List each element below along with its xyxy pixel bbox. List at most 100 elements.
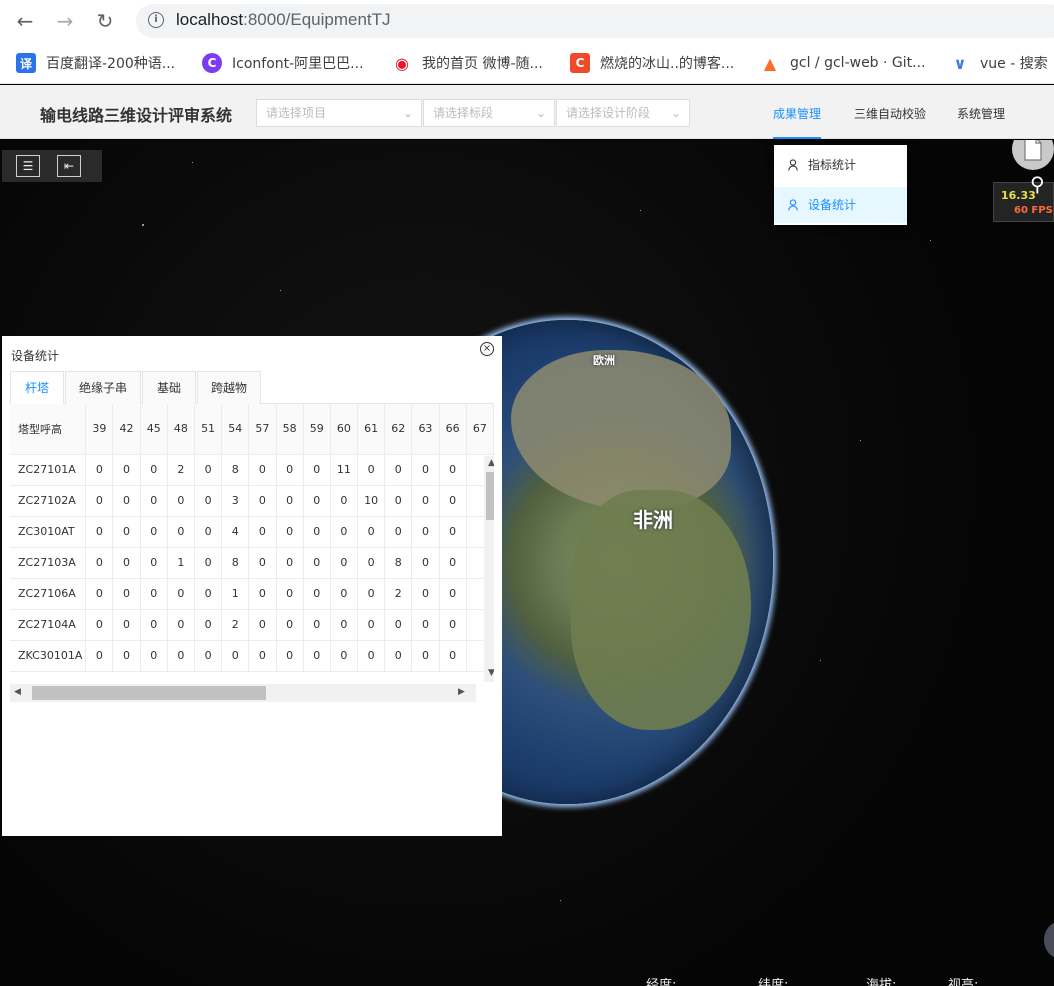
column-header: 58: [276, 404, 304, 455]
count-cell: 0: [303, 485, 331, 517]
count-cell: 2: [384, 578, 413, 610]
dropdown-item-equipment-stats[interactable]: 设备统计: [774, 187, 907, 223]
count-cell: 0: [411, 516, 440, 548]
africa-label: 非洲: [633, 508, 673, 532]
count-cell: 0: [384, 640, 413, 672]
star: [560, 900, 561, 901]
count-cell: 0: [276, 485, 304, 517]
menu-auto-check[interactable]: 三维自动校验: [854, 105, 926, 122]
land-europe: [511, 350, 731, 510]
table-row[interactable]: ZC27101A 0 0 0 2 0 8 0 0 0 11 0 0 0 0: [10, 454, 494, 486]
bookmark-csdn[interactable]: C 燃烧的冰山..的博客...: [570, 52, 734, 74]
altitude-label: 海拔:: [866, 978, 897, 986]
count-cell: 0: [248, 578, 277, 610]
column-header: 54: [221, 404, 250, 455]
star: [142, 224, 144, 226]
count-cell: 0: [411, 454, 440, 486]
count-cell: 0: [330, 609, 359, 641]
bookmark-label: 百度翻译-200种语...: [46, 56, 176, 72]
bookmark-iconfont[interactable]: C Iconfont-阿里巴巴...: [202, 52, 364, 74]
tab-crossing[interactable]: 跨越物: [197, 371, 261, 404]
count-cell: 0: [330, 547, 359, 579]
menu-results[interactable]: 成果管理: [773, 105, 821, 122]
section-select-placeholder: 请选择标段: [433, 106, 494, 120]
search-icon[interactable]: ⚲: [1030, 172, 1045, 196]
bookmark-label: 燃烧的冰山..的博客...: [600, 56, 735, 72]
results-dropdown: 指标统计 设备统计: [774, 145, 907, 225]
bookmark-weibo[interactable]: ◉ 我的首页 微博-随...: [392, 52, 543, 74]
tower-type-cell: ZC27103A: [10, 547, 87, 579]
dropdown-item-label: 设备统计: [808, 198, 857, 212]
bookmark-vue-search[interactable]: ∨ vue - 搜索: [950, 52, 1048, 74]
dropdown-item-indicator-stats[interactable]: 指标统计: [774, 147, 907, 183]
scroll-up-icon[interactable]: ▲: [488, 458, 494, 468]
scroll-down-icon[interactable]: ▼: [488, 668, 494, 678]
scroll-right-icon[interactable]: ▶: [458, 687, 465, 697]
column-header: 62: [384, 404, 413, 455]
list-icon[interactable]: ☰: [16, 155, 40, 177]
count-cell: 0: [357, 516, 386, 548]
column-header: 48: [167, 404, 195, 455]
site-info-icon[interactable]: i: [148, 12, 164, 28]
vertical-scrollbar[interactable]: ▲ ▼: [484, 456, 494, 682]
map-toolbar: ☰ ⇤: [2, 150, 102, 182]
close-icon[interactable]: ×: [480, 342, 494, 356]
count-cell: 0: [248, 485, 277, 517]
count-cell: 0: [167, 578, 195, 610]
column-header: 61: [357, 404, 386, 455]
menu-system[interactable]: 系统管理: [957, 105, 1005, 122]
count-cell: 0: [330, 578, 359, 610]
table-row[interactable]: ZC27104A 0 0 0 0 0 2 0 0 0 0 0 0 0 0: [10, 609, 494, 641]
count-cell: 0: [439, 516, 467, 548]
count-cell: 0: [276, 609, 304, 641]
count-cell: 0: [439, 454, 467, 486]
count-cell: 0: [330, 640, 359, 672]
horizontal-scroll-thumb[interactable]: [32, 686, 266, 700]
horizontal-scrollbar[interactable]: ◀ ▶: [10, 684, 476, 702]
table-row[interactable]: ZC27106A 0 0 0 0 0 1 0 0 0 0 0 2 0 0: [10, 578, 494, 610]
vertical-scroll-thumb[interactable]: [486, 472, 494, 520]
section-select[interactable]: 请选择标段 ⌄: [423, 99, 555, 127]
tab-foundation[interactable]: 基础: [142, 371, 196, 404]
table-row[interactable]: ZC27102A 0 0 0 0 0 3 0 0 0 0 10 0 0 0: [10, 485, 494, 517]
reload-icon[interactable]: ↻: [92, 8, 118, 34]
document-icon[interactable]: [1012, 140, 1054, 170]
count-cell: 0: [85, 609, 114, 641]
scroll-left-icon[interactable]: ◀: [14, 687, 21, 697]
latitude-label: 纬度:: [758, 978, 789, 986]
forward-arrow-icon[interactable]: →: [52, 8, 78, 34]
count-cell: 1: [167, 547, 195, 579]
count-cell: 0: [357, 578, 386, 610]
side-toggle-button[interactable]: [1044, 922, 1054, 958]
bookmark-gitlab[interactable]: ▲ gcl / gcl-web · Git...: [760, 52, 926, 74]
count-cell: 0: [248, 516, 277, 548]
count-cell: 0: [112, 454, 141, 486]
count-cell: 0: [384, 485, 413, 517]
address-bar[interactable]: i localhost:8000/EquipmentTJ: [136, 4, 1054, 38]
url-path: :8000/EquipmentTJ: [243, 10, 391, 29]
dropdown-item-label: 指标统计: [808, 158, 857, 172]
bookmark-label: Iconfont-阿里巴巴...: [232, 56, 364, 72]
project-select[interactable]: 请选择项目 ⌄: [256, 99, 422, 127]
stats-table-container[interactable]: 塔型呼高 39 42 45 48 51 54 57 58 59 60 61 62…: [10, 404, 494, 704]
url-text: localhost:8000/EquipmentTJ: [176, 10, 391, 30]
longitude-label: 经度:: [646, 978, 677, 986]
table-row[interactable]: ZKC30101A 0 0 0 0 0 0 0 0 0 0 0 0 0 0: [10, 640, 494, 672]
column-header: 51: [194, 404, 223, 455]
bookmark-baidu-translate[interactable]: 译 百度翻译-200种语...: [16, 52, 175, 74]
back-arrow-icon[interactable]: ←: [12, 8, 38, 34]
table-row[interactable]: ZC3010AT 0 0 0 0 0 4 0 0 0 0 0 0 0 0: [10, 516, 494, 548]
tab-insulator[interactable]: 绝缘子串: [65, 371, 141, 404]
tower-type-cell: ZKC30101A: [10, 640, 87, 672]
count-cell: 0: [384, 454, 413, 486]
europe-label: 欧洲: [593, 354, 615, 367]
count-cell: 0: [276, 454, 304, 486]
count-cell: 0: [194, 609, 223, 641]
tab-tower[interactable]: 杆塔: [10, 371, 64, 405]
count-cell: 0: [439, 578, 467, 610]
table-row[interactable]: ZC27103A 0 0 0 1 0 8 0 0 0 0 0 8 0 0: [10, 547, 494, 579]
count-cell: 0: [303, 547, 331, 579]
count-cell: 0: [112, 485, 141, 517]
stage-select[interactable]: 请选择设计阶段 ⌄: [556, 99, 690, 127]
measure-icon[interactable]: ⇤: [57, 155, 81, 177]
